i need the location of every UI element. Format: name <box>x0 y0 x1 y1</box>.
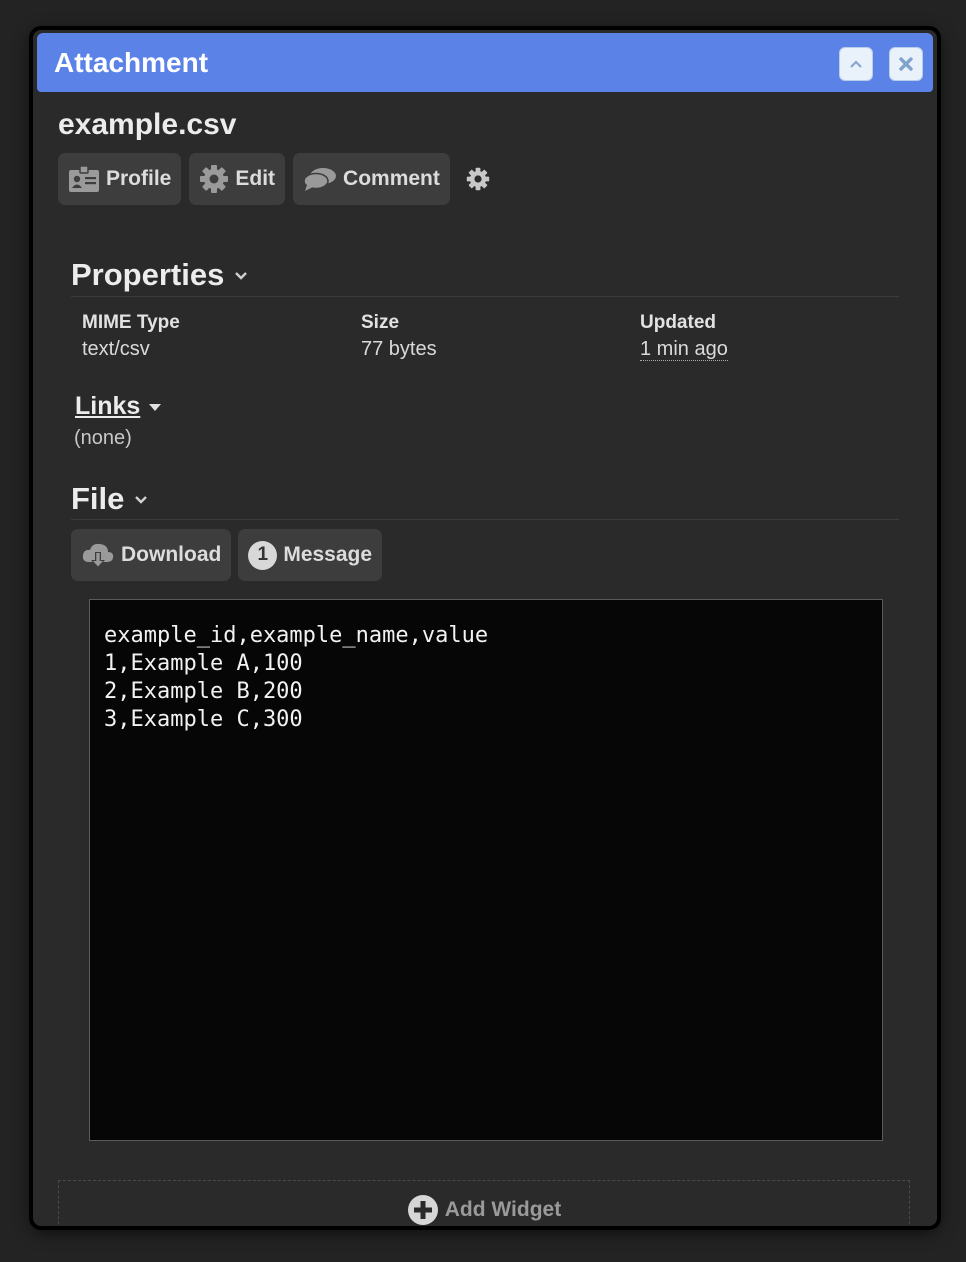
profile-button-label: Profile <box>106 167 172 190</box>
links-heading[interactable]: Links <box>75 392 162 421</box>
title-bar: Attachment <box>37 33 933 92</box>
mime-type-label: MIME Type <box>82 312 180 333</box>
cloud-download-icon <box>82 543 114 568</box>
file-preview[interactable]: example_id,example_name,value 1,Example … <box>89 599 883 1141</box>
window-content: example.csv Profile Edit Comment Propert… <box>33 92 937 1226</box>
window-title: Attachment <box>54 47 209 78</box>
action-toolbar: Profile Edit Comment <box>58 153 490 205</box>
download-button[interactable]: Download <box>71 529 232 581</box>
add-widget-label: Add Widget <box>444 1198 562 1221</box>
edit-button-label: Edit <box>235 167 276 190</box>
add-widget-button[interactable]: Add Widget <box>58 1180 910 1226</box>
size-value: 77 bytes <box>361 338 437 360</box>
comment-button-label: Comment <box>343 167 440 190</box>
links-value: (none) <box>74 427 132 449</box>
edit-button[interactable]: Edit <box>189 153 286 205</box>
attachment-window: Attachment example.csv Profile Edit Comm… <box>33 30 937 1226</box>
updated-property: Updated 1 min ago <box>640 312 728 361</box>
download-button-label: Download <box>121 543 222 566</box>
chevron-down-icon <box>235 272 248 280</box>
message-button-label: Message <box>283 543 373 566</box>
size-property: Size 77 bytes <box>361 312 437 361</box>
file-toolbar: Download 1 Message <box>71 529 383 581</box>
id-card-icon <box>69 165 99 192</box>
mime-type-property: MIME Type text/csv <box>82 312 180 361</box>
updated-value[interactable]: 1 min ago <box>640 338 728 361</box>
plus-circle-icon <box>407 1195 438 1225</box>
file-heading-label: File <box>71 481 125 516</box>
chevron-up-icon <box>850 60 862 68</box>
mime-type-value: text/csv <box>82 338 150 360</box>
updated-label: Updated <box>640 312 716 333</box>
size-label: Size <box>361 312 400 333</box>
close-icon <box>899 57 913 71</box>
properties-divider <box>71 296 899 297</box>
attachment-filename: example.csv <box>58 108 237 141</box>
close-button[interactable] <box>889 47 923 81</box>
settings-button[interactable] <box>466 167 490 191</box>
profile-button[interactable]: Profile <box>58 153 182 205</box>
properties-heading-label: Properties <box>71 257 225 292</box>
file-divider <box>71 519 899 520</box>
file-heading[interactable]: File <box>71 481 148 517</box>
minimize-button[interactable] <box>839 47 873 81</box>
message-button[interactable]: 1 Message <box>238 529 383 581</box>
message-count-badge: 1 <box>248 540 278 570</box>
links-heading-label: Links <box>75 392 141 420</box>
caret-down-icon <box>149 403 162 411</box>
comments-icon <box>303 168 337 191</box>
gear-icon <box>466 167 490 191</box>
gear-icon <box>200 165 229 193</box>
properties-heading[interactable]: Properties <box>71 257 248 293</box>
chevron-down-icon <box>135 496 148 504</box>
comment-button[interactable]: Comment <box>293 153 450 205</box>
